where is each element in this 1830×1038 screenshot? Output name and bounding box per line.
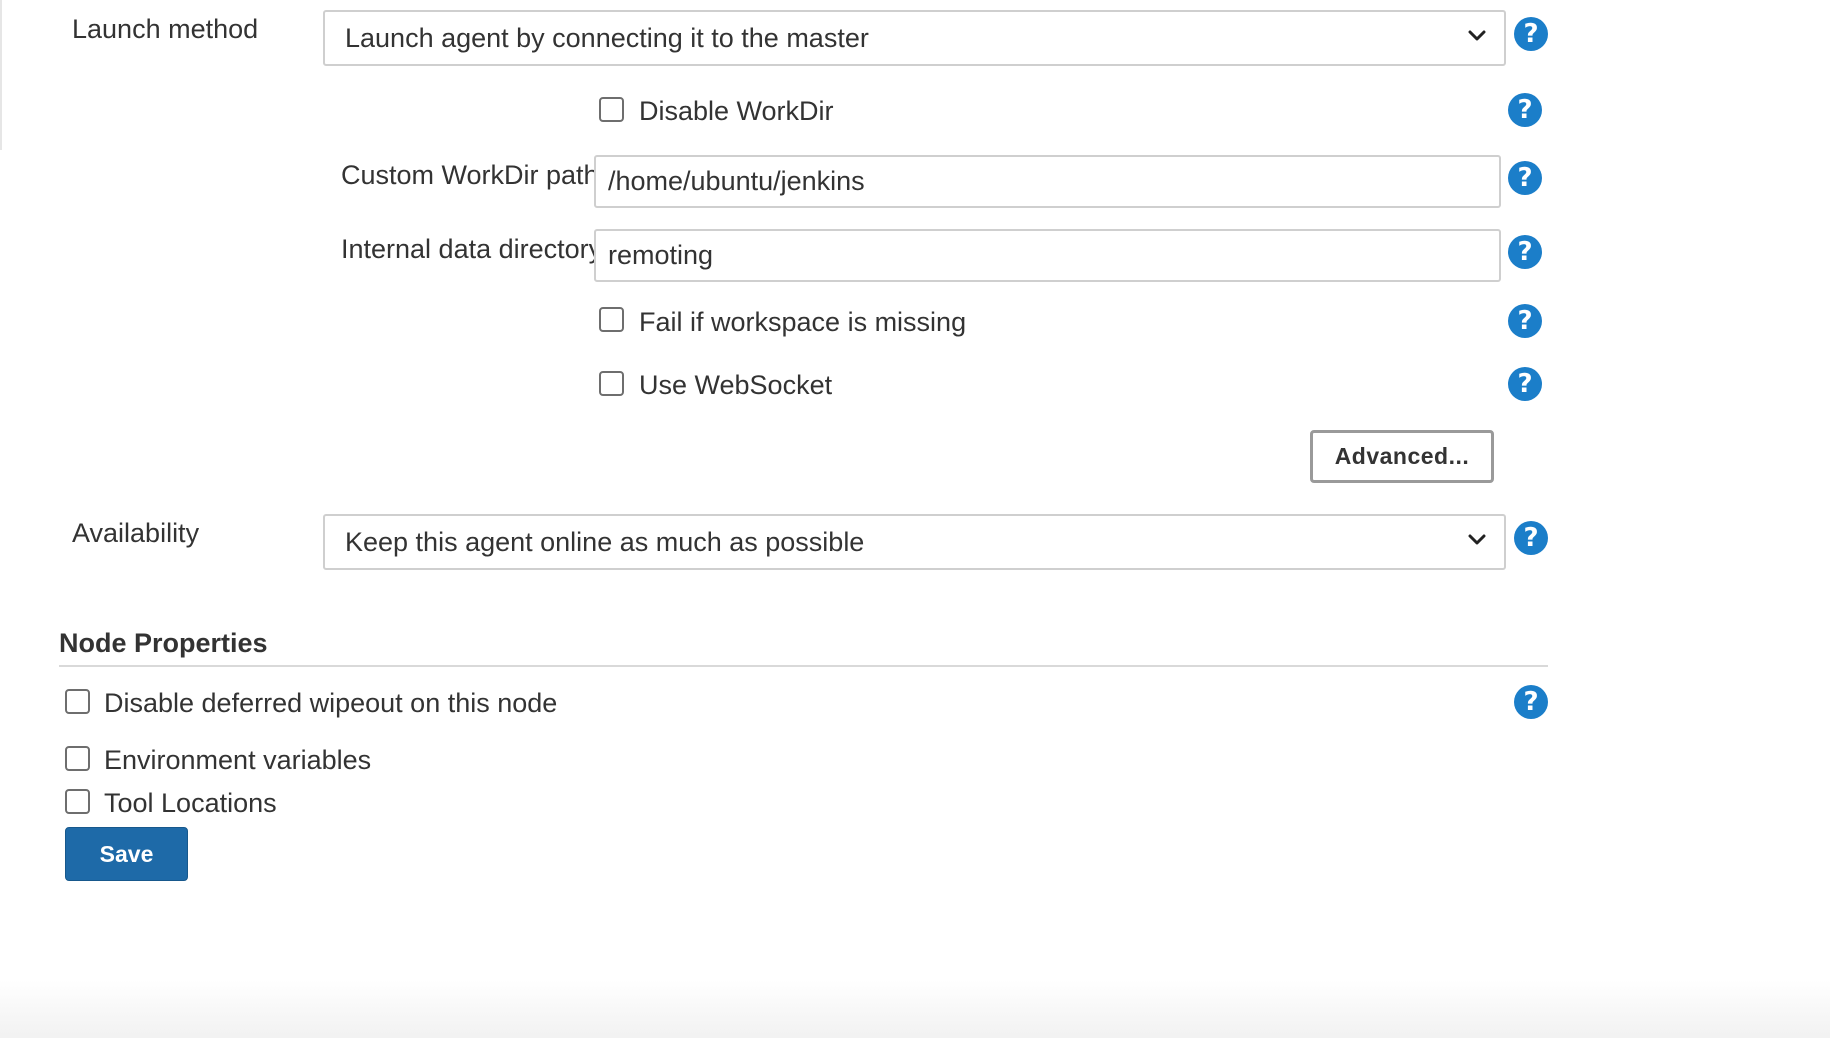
internal-data-dir-input[interactable]: remoting	[594, 229, 1501, 282]
environment-variables-label: Environment variables	[104, 745, 372, 775]
environment-variables-checkbox[interactable]	[65, 746, 90, 771]
node-properties-title: Node Properties	[59, 628, 268, 658]
bottom-bar-shadow	[0, 980, 1830, 1038]
left-edge-border	[0, 0, 2, 150]
custom-workdir-help-icon[interactable]: ?	[1508, 161, 1542, 195]
disable-workdir-checkbox[interactable]	[599, 97, 624, 122]
chevron-down-icon	[1468, 534, 1486, 545]
internal-data-dir-help-icon[interactable]: ?	[1508, 235, 1542, 269]
availability-help-icon[interactable]: ?	[1514, 521, 1548, 555]
disable-workdir-label: Disable WorkDir	[639, 96, 834, 126]
use-websocket-checkbox[interactable]	[599, 371, 624, 396]
launch-method-help-icon[interactable]: ?	[1514, 17, 1548, 51]
availability-select[interactable]: Keep this agent online as much as possib…	[323, 514, 1506, 570]
custom-workdir-label: Custom WorkDir path	[341, 160, 599, 190]
use-websocket-label: Use WebSocket	[639, 370, 833, 400]
disable-deferred-wipeout-label: Disable deferred wipeout on this node	[104, 688, 558, 718]
custom-workdir-input[interactable]: /home/ubuntu/jenkins	[594, 155, 1501, 208]
section-divider	[59, 665, 1548, 667]
launch-method-label: Launch method	[72, 14, 259, 44]
tool-locations-checkbox[interactable]	[65, 789, 90, 814]
internal-data-dir-label: Internal data directory	[341, 234, 603, 264]
launch-method-selected: Launch agent by connecting it to the mas…	[345, 22, 869, 53]
advanced-button[interactable]: Advanced...	[1310, 430, 1494, 483]
save-button[interactable]: Save	[65, 827, 188, 881]
launch-method-select[interactable]: Launch agent by connecting it to the mas…	[323, 10, 1506, 66]
tool-locations-label: Tool Locations	[104, 788, 277, 818]
chevron-down-icon	[1468, 30, 1486, 41]
use-websocket-help-icon[interactable]: ?	[1508, 367, 1542, 401]
availability-selected: Keep this agent online as much as possib…	[345, 526, 865, 557]
fail-workspace-missing-label: Fail if workspace is missing	[639, 307, 967, 337]
availability-label: Availability	[72, 518, 200, 548]
fail-workspace-missing-help-icon[interactable]: ?	[1508, 304, 1542, 338]
fail-workspace-missing-checkbox[interactable]	[599, 307, 624, 332]
disable-deferred-wipeout-help-icon[interactable]: ?	[1514, 685, 1548, 719]
disable-workdir-help-icon[interactable]: ?	[1508, 93, 1542, 127]
disable-deferred-wipeout-checkbox[interactable]	[65, 689, 90, 714]
